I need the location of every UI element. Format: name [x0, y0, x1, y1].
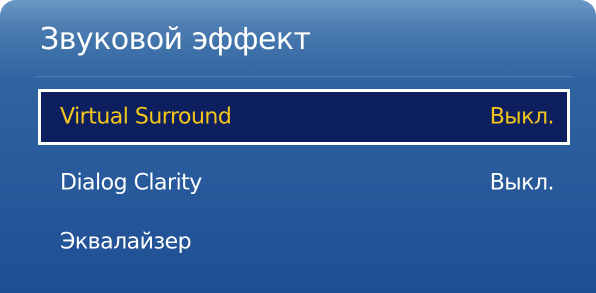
menu-item-label: Эквалайзер [60, 229, 192, 255]
menu-item-value: Выкл. [489, 104, 555, 130]
menu-item-virtual-surround[interactable]: Virtual Surround Выкл. [38, 89, 570, 145]
menu-item-label: Dialog Clarity [60, 170, 202, 196]
menu-item-label: Virtual Surround [60, 104, 232, 130]
menu-item-equalizer[interactable]: Эквалайзер [38, 214, 570, 270]
sound-effect-menu: Звуковой эффект Virtual Surround Выкл. D… [0, 0, 596, 293]
menu-item-value: Выкл. [489, 170, 555, 196]
menu-item-dialog-clarity[interactable]: Dialog Clarity Выкл. [38, 155, 570, 211]
menu-list: Virtual Surround Выкл. Dialog Clarity Вы… [0, 0, 596, 293]
